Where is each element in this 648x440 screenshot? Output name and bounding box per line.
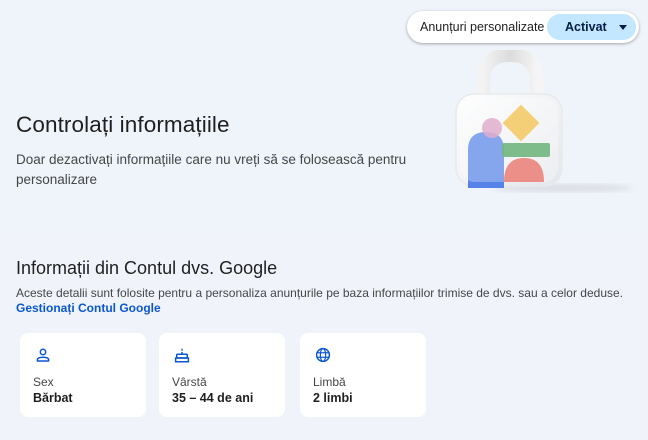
ads-status-value: Activat: [565, 20, 607, 34]
account-info-title: Informații din Contul dvs. Google: [16, 258, 278, 278]
language-label: Limbă: [313, 375, 346, 389]
caret-down-icon: [618, 24, 627, 30]
page-title: Controlați informațiile: [16, 112, 230, 137]
gender-label: Sex: [33, 375, 54, 389]
ads-status-dropdown[interactable]: Activat: [547, 14, 636, 40]
age-card[interactable]: Vârstă 35 – 44 de ani: [159, 333, 285, 417]
age-value: 35 – 44 de ani: [172, 391, 254, 405]
language-value: 2 limbi: [313, 391, 353, 405]
page-description: Doar dezactivați informațiile care nu vr…: [16, 152, 407, 187]
gender-value: Bărbat: [33, 391, 73, 405]
age-label: Vârstă: [172, 375, 207, 389]
person-icon: [36, 348, 50, 362]
manage-google-account-link[interactable]: Gestionați Contul Google: [16, 301, 161, 315]
ads-personalization-page: Anunțuri personalizate Activat Controlaț…: [0, 0, 648, 440]
language-card[interactable]: Limbă 2 limbi: [300, 333, 426, 417]
lock-illustration: [455, 50, 633, 192]
personalized-ads-label: Anunțuri personalizate: [420, 20, 545, 34]
cake-icon: [174, 348, 190, 363]
globe-icon: [315, 347, 331, 363]
personalized-ads-control: Anunțuri personalizate Activat: [407, 11, 639, 43]
account-info-description: Aceste detalii sunt folosite pentru a pe…: [16, 286, 624, 300]
gender-card[interactable]: Sex Bărbat: [20, 333, 146, 417]
